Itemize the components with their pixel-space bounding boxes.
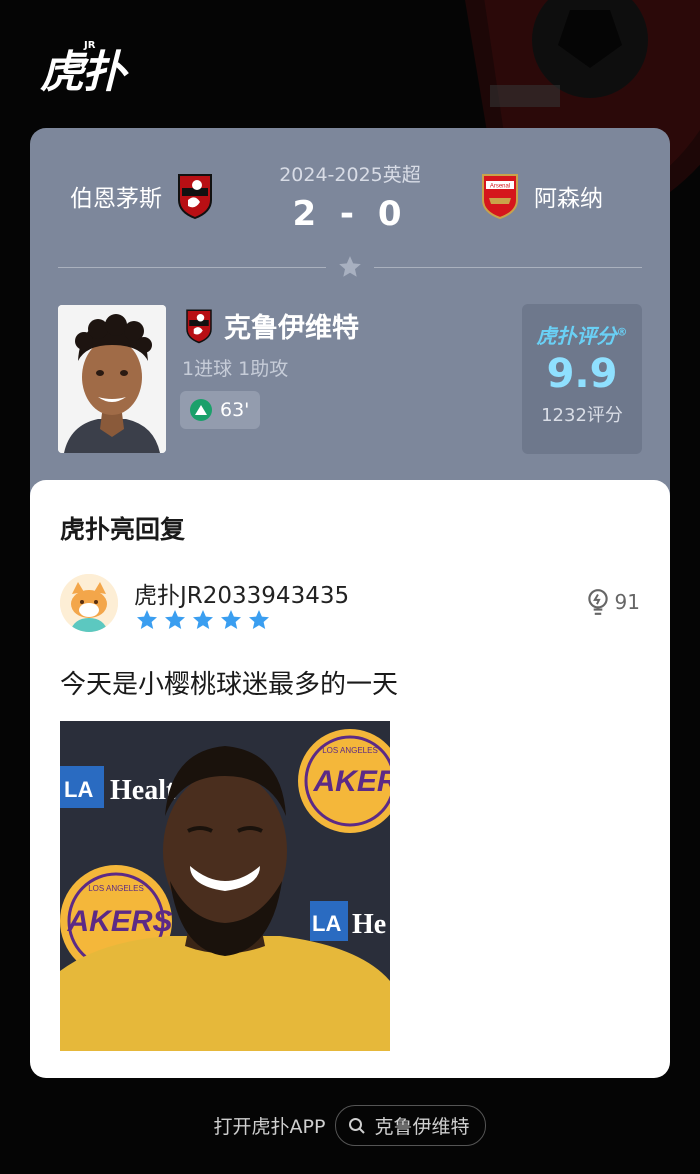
search-pill[interactable]: 克鲁伊维特 (335, 1105, 487, 1146)
lightbulb-icon (587, 589, 608, 615)
sub-minute-badge: 63' (180, 391, 260, 429)
away-team[interactable]: Arsenal 阿森纳 (480, 172, 603, 220)
page: 虎扑 JR 伯恩茅斯 2024-2025英超 2 - 0 Arsenal 阿森纳 (0, 0, 700, 1174)
hupu-logo-jr: JR (84, 40, 96, 51)
star-icon (339, 256, 361, 277)
rating-stars (134, 608, 272, 632)
home-team-name: 伯恩茅斯 (70, 186, 162, 212)
rating-box[interactable]: 虎扑评分® 9.9 1232评分 (522, 304, 642, 454)
star-icon (165, 610, 185, 629)
home-team[interactable]: 伯恩茅斯 (70, 172, 214, 220)
arsenal-badge-text: Arsenal (490, 184, 510, 190)
sub-in-arrow-icon (190, 399, 212, 421)
lakers-logo-left-top-text: LOS ANGELES (88, 884, 144, 893)
divider-right (374, 267, 642, 268)
ucla-logo-text-2: LA (312, 911, 341, 936)
lakers-logo-left-text: AKERS (66, 905, 172, 938)
player-portrait-icon (58, 305, 166, 453)
search-label: 克鲁伊维特 (374, 1116, 470, 1138)
search-icon (349, 1117, 366, 1134)
player-name: 克鲁伊维特 (224, 313, 359, 344)
reply-image[interactable]: LA Healt LOS ANGELES AKER LOS ANGELES AK… (60, 721, 390, 1051)
reply-card[interactable]: 虎扑亮回复 虎扑JR2033943435 91 今天是小樱桃球迷最多的一天 LA… (30, 480, 670, 1078)
reply-text: 今天是小樱桃球迷最多的一天 (60, 670, 399, 700)
bournemouth-badge-icon (178, 174, 212, 220)
hupu-logo[interactable]: 虎扑 (40, 36, 126, 100)
lakers-logo-text: AKER (312, 765, 390, 798)
rating-value: 9.9 (546, 351, 618, 397)
like-count: 91 (614, 590, 640, 614)
bottom-bar: 打开虎扑APP 克鲁伊维特 (0, 1105, 700, 1146)
divider-left (58, 267, 326, 268)
open-app-link[interactable]: 打开虎扑APP (214, 1112, 326, 1139)
player-name-row[interactable]: 克鲁伊维特 (184, 306, 359, 345)
player-stats: 1进球 1助攻 (182, 358, 289, 380)
avatar[interactable] (60, 574, 118, 632)
sub-minute: 63' (220, 399, 250, 421)
star-icon (249, 610, 269, 629)
star-icon (137, 610, 157, 629)
star-icon (221, 610, 241, 629)
away-team-name: 阿森纳 (534, 186, 603, 212)
ucla-logo-text: LA (64, 777, 93, 802)
season-label: 2024-2025英超 (279, 164, 421, 186)
fox-avatar-icon (60, 574, 118, 632)
rating-count: 1232评分 (541, 405, 623, 426)
star-icon (193, 610, 213, 629)
sponsor-text: Healt (110, 775, 176, 806)
rating-label: 虎扑评分® (536, 324, 628, 348)
username[interactable]: 虎扑JR2033943435 (134, 576, 349, 610)
reply-heading: 虎扑亮回复 (60, 515, 186, 544)
like-button[interactable]: 91 (585, 588, 640, 616)
reply-photo: LA Healt LOS ANGELES AKER LOS ANGELES AK… (60, 721, 390, 1051)
bournemouth-small-badge-icon (186, 309, 212, 343)
arsenal-badge-icon: Arsenal (482, 174, 518, 220)
player-photo[interactable] (58, 305, 166, 453)
match-score: 2 - 0 (292, 194, 408, 234)
lakers-logo-top-text: LOS ANGELES (322, 746, 378, 755)
sponsor-text-2: He (352, 909, 386, 940)
